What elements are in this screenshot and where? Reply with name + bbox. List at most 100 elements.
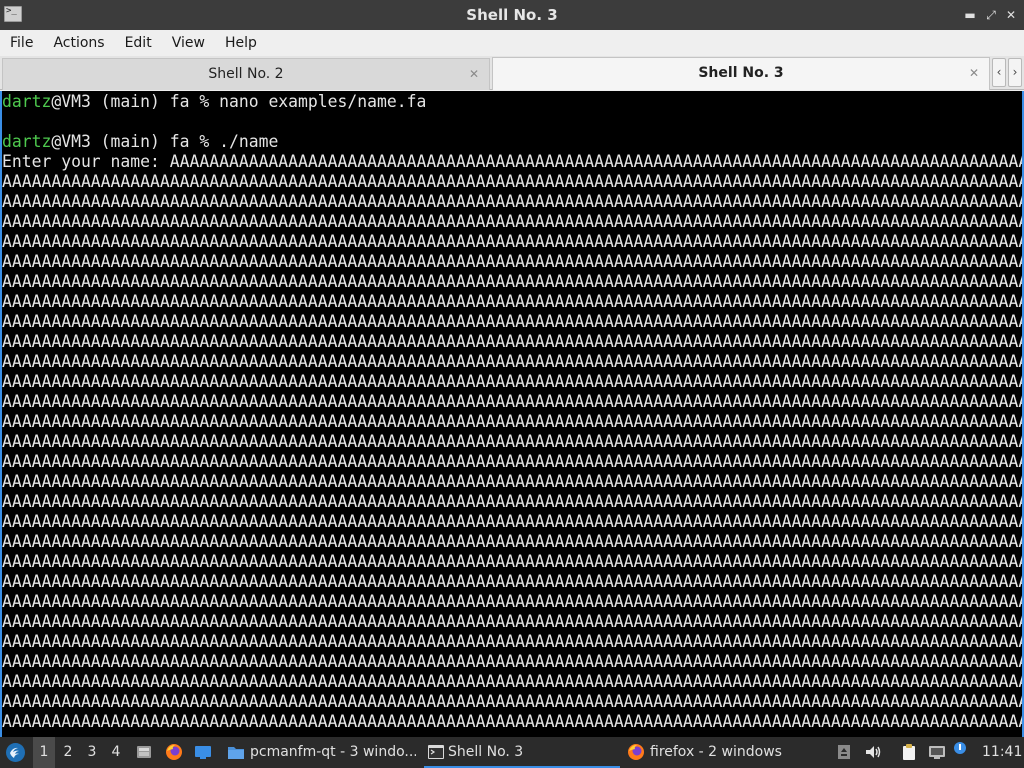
terminal-line: AAAAAAAAAAAAAAAAAAAAAAAAAAAAAAAAAAAAAAAA… [2, 512, 1024, 532]
menu-bar: File Actions Edit View Help [0, 30, 1024, 56]
terminal-line: AAAAAAAAAAAAAAAAAAAAAAAAAAAAAAAAAAAAAAAA… [2, 372, 1024, 392]
line-text: AAAAAAAAAAAAAAAAAAAAAAAAAAAAAAAAAAAAAAAA… [2, 332, 1024, 351]
line-text: AAAAAAAAAAAAAAAAAAAAAAAAAAAAAAAAAAAAAAAA… [2, 432, 1024, 451]
line-text: AAAAAAAAAAAAAAAAAAAAAAAAAAAAAAAAAAAAAAAA… [2, 412, 1024, 431]
menu-file[interactable]: File [0, 30, 43, 56]
task-label: Shell No. 3 [448, 744, 524, 760]
desktop-3-button[interactable]: 3 [81, 737, 103, 768]
prompt-user: dartz [2, 132, 52, 151]
tray-arrow-icon[interactable] [835, 743, 853, 761]
terminal-line: Enter your name: AAAAAAAAAAAAAAAAAAAAAAA… [2, 152, 1022, 172]
tab-close-icon[interactable]: ✕ [467, 59, 481, 89]
restore-button[interactable]: ⤢ [982, 5, 1000, 25]
terminal-line: AAAAAAAAAAAAAAAAAAAAAAAAAAAAAAAAAAAAAAAA… [2, 432, 1024, 452]
line-text: AAAAAAAAAAAAAAAAAAAAAAAAAAAAAAAAAAAAAAAA… [2, 552, 1024, 571]
terminal-lines: dartz@VM3 (main) fa % nano examples/name… [2, 92, 1024, 732]
tab-bar: Shell No. 2 ✕ Shell No. 3 ✕ [0, 56, 1024, 90]
desktop-4-button[interactable]: 4 [105, 737, 127, 768]
line-text: AAAAAAAAAAAAAAAAAAAAAAAAAAAAAAAAAAAAAAAA… [2, 572, 1024, 591]
terminal-line: AAAAAAAAAAAAAAAAAAAAAAAAAAAAAAAAAAAAAAAA… [2, 192, 1024, 212]
line-text: AAAAAAAAAAAAAAAAAAAAAAAAAAAAAAAAAAAAAAAA… [2, 472, 1024, 491]
line-text: AAAAAAAAAAAAAAAAAAAAAAAAAAAAAAAAAAAAAAAA… [2, 272, 1024, 291]
line-text: AAAAAAAAAAAAAAAAAAAAAAAAAAAAAAAAAAAAAAAA… [2, 292, 1024, 311]
line-text: AAAAAAAAAAAAAAAAAAAAAAAAAAAAAAAAAAAAAAAA… [2, 692, 1024, 711]
line-text: AAAAAAAAAAAAAAAAAAAAAAAAAAAAAAAAAAAAAAAA… [2, 652, 1024, 671]
line-text: AAAAAAAAAAAAAAAAAAAAAAAAAAAAAAAAAAAAAAAA… [2, 172, 1024, 191]
line-text: AAAAAAAAAAAAAAAAAAAAAAAAAAAAAAAAAAAAAAAA… [2, 592, 1024, 611]
tab-scroll-right-button[interactable]: › [1008, 58, 1022, 87]
terminal-line: AAAAAAAAAAAAAAAAAAAAAAAAAAAAAAAAAAAAAAAA… [2, 252, 1024, 272]
line-text: AAAAAAAAAAAAAAAAAAAAAAAAAAAAAAAAAAAAAAAA… [2, 192, 1024, 211]
close-button[interactable]: ✕ [1002, 5, 1020, 25]
terminal-line: dartz@VM3 (main) fa % nano examples/name… [2, 92, 1022, 112]
update-notification-icon[interactable] [953, 741, 967, 755]
window-title: Shell No. 3 [466, 6, 558, 24]
network-icon[interactable] [928, 743, 946, 761]
prompt-user: dartz [2, 92, 52, 111]
terminal-line: AAAAAAAAAAAAAAAAAAAAAAAAAAAAAAAAAAAAAAAA… [2, 712, 1024, 732]
tab-shell-2[interactable]: Shell No. 2 ✕ [2, 58, 490, 90]
menu-edit[interactable]: Edit [115, 30, 162, 56]
terminal-line: AAAAAAAAAAAAAAAAAAAAAAAAAAAAAAAAAAAAAAAA… [2, 212, 1024, 232]
terminal-line: AAAAAAAAAAAAAAAAAAAAAAAAAAAAAAAAAAAAAAAA… [2, 552, 1024, 572]
menu-view[interactable]: View [162, 30, 215, 56]
tab-shell-3[interactable]: Shell No. 3 ✕ [492, 57, 990, 90]
task-firefox[interactable]: firefox - 2 windows [626, 737, 822, 768]
terminal-line: AAAAAAAAAAAAAAAAAAAAAAAAAAAAAAAAAAAAAAAA… [2, 572, 1024, 592]
line-text: AAAAAAAAAAAAAAAAAAAAAAAAAAAAAAAAAAAAAAAA… [2, 372, 1024, 391]
show-desktop-icon[interactable] [194, 743, 212, 761]
terminal-line: AAAAAAAAAAAAAAAAAAAAAAAAAAAAAAAAAAAAAAAA… [2, 312, 1024, 332]
folder-icon [228, 747, 244, 759]
tab-label: Shell No. 3 [698, 65, 784, 81]
terminal-line: AAAAAAAAAAAAAAAAAAAAAAAAAAAAAAAAAAAAAAAA… [2, 412, 1024, 432]
minimize-button[interactable]: ▬ [961, 5, 979, 25]
terminal-line: dartz@VM3 (main) fa % ./name [2, 132, 1022, 152]
terminal-line: AAAAAAAAAAAAAAAAAAAAAAAAAAAAAAAAAAAAAAAA… [2, 612, 1024, 632]
clock[interactable]: 11:41 [982, 737, 1022, 768]
terminal-icon [428, 745, 444, 759]
line-text: AAAAAAAAAAAAAAAAAAAAAAAAAAAAAAAAAAAAAAAA… [2, 612, 1024, 631]
line-text: AAAAAAAAAAAAAAAAAAAAAAAAAAAAAAAAAAAAAAAA… [2, 672, 1024, 691]
firefox-icon [628, 744, 644, 760]
menu-actions[interactable]: Actions [43, 30, 114, 56]
volume-icon[interactable] [864, 743, 882, 761]
file-manager-launcher-icon[interactable] [135, 743, 153, 761]
terminal-line: AAAAAAAAAAAAAAAAAAAAAAAAAAAAAAAAAAAAAAAA… [2, 172, 1024, 192]
desktop-2-button[interactable]: 2 [57, 737, 79, 768]
task-label: pcmanfm-qt - 3 windo... [250, 744, 416, 760]
tab-close-icon[interactable]: ✕ [967, 58, 981, 88]
task-shell-3[interactable]: Shell No. 3 [424, 737, 620, 768]
terminal-line: AAAAAAAAAAAAAAAAAAAAAAAAAAAAAAAAAAAAAAAA… [2, 672, 1024, 692]
line-text: AAAAAAAAAAAAAAAAAAAAAAAAAAAAAAAAAAAAAAAA… [2, 712, 1024, 731]
terminal-line: AAAAAAAAAAAAAAAAAAAAAAAAAAAAAAAAAAAAAAAA… [2, 352, 1022, 372]
line-text: AAAAAAAAAAAAAAAAAAAAAAAAAAAAAAAAAAAAAAAA… [2, 392, 1024, 411]
task-pcmanfm[interactable]: pcmanfm-qt - 3 windo... [226, 737, 416, 768]
clipboard-icon[interactable] [900, 743, 918, 761]
line-text: AAAAAAAAAAAAAAAAAAAAAAAAAAAAAAAAAAAAAAAA… [2, 492, 1024, 511]
firefox-launcher-icon[interactable] [165, 743, 183, 761]
taskbar: 1 2 3 4 pcmanfm-qt - 3 windo... Shell No… [0, 737, 1024, 768]
terminal-output[interactable]: dartz@VM3 (main) fa % nano examples/name… [0, 91, 1024, 737]
line-text: AAAAAAAAAAAAAAAAAAAAAAAAAAAAAAAAAAAAAAAA… [2, 632, 1024, 651]
tab-scroll-left-button[interactable]: ‹ [992, 58, 1006, 87]
terminal-line: AAAAAAAAAAAAAAAAAAAAAAAAAAAAAAAAAAAAAAAA… [2, 632, 1024, 652]
terminal-line: AAAAAAAAAAAAAAAAAAAAAAAAAAAAAAAAAAAAAAAA… [2, 232, 1024, 252]
desktop-1-button[interactable]: 1 [33, 737, 55, 768]
terminal-line: AAAAAAAAAAAAAAAAAAAAAAAAAAAAAAAAAAAAAAAA… [2, 452, 1024, 472]
terminal-line: AAAAAAAAAAAAAAAAAAAAAAAAAAAAAAAAAAAAAAAA… [2, 592, 1024, 612]
line-text: AAAAAAAAAAAAAAAAAAAAAAAAAAAAAAAAAAAAAAAA… [2, 452, 1024, 471]
terminal-line: AAAAAAAAAAAAAAAAAAAAAAAAAAAAAAAAAAAAAAAA… [2, 492, 1024, 512]
terminal-app-icon[interactable]: >_ [4, 6, 22, 22]
line-text: AAAAAAAAAAAAAAAAAAAAAAAAAAAAAAAAAAAAAAAA… [2, 232, 1024, 251]
line-text: AAAAAAAAAAAAAAAAAAAAAAAAAAAAAAAAAAAAAAAA… [2, 252, 1024, 271]
terminal-line: AAAAAAAAAAAAAAAAAAAAAAAAAAAAAAAAAAAAAAAA… [2, 272, 1024, 292]
terminal-line: AAAAAAAAAAAAAAAAAAAAAAAAAAAAAAAAAAAAAAAA… [2, 532, 1024, 552]
line-text: AAAAAAAAAAAAAAAAAAAAAAAAAAAAAAAAAAAAAAAA… [2, 212, 1024, 231]
line-text: AAAAAAAAAAAAAAAAAAAAAAAAAAAAAAAAAAAAAAAA… [2, 512, 1024, 531]
line-text: AAAAAAAAAAAAAAAAAAAAAAAAAAAAAAAAAAAAAAAA… [2, 312, 1024, 331]
line-text: AAAAAAAAAAAAAAAAAAAAAAAAAAAAAAAAAAAAAAAA… [2, 532, 1024, 551]
menu-help[interactable]: Help [215, 30, 267, 56]
line-text: @VM3 (main) fa % nano examples/name.fa [51, 92, 427, 111]
terminal-line: AAAAAAAAAAAAAAAAAAAAAAAAAAAAAAAAAAAAAAAA… [2, 292, 1024, 312]
start-menu-icon[interactable] [5, 742, 26, 763]
